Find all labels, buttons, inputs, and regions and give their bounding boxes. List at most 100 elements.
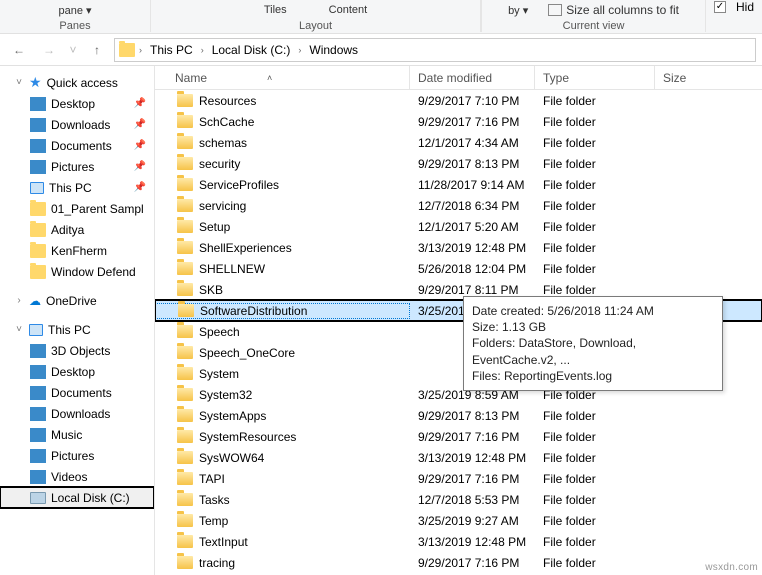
cell-name: SKB bbox=[155, 283, 410, 297]
sidebar-pictures2[interactable]: Pictures bbox=[0, 445, 154, 466]
column-header-size[interactable]: Size bbox=[655, 66, 762, 89]
file-name: Speech bbox=[199, 325, 240, 339]
cell-date: 9/29/2017 7:16 PM bbox=[410, 430, 535, 444]
cell-type: File folder bbox=[535, 115, 655, 129]
folder-icon bbox=[30, 244, 46, 258]
sidebar-onedrive[interactable]: ›☁OneDrive bbox=[0, 290, 154, 311]
up-button[interactable]: ↑ bbox=[84, 38, 110, 62]
table-row[interactable]: SchCache9/29/2017 7:16 PMFile folder bbox=[155, 111, 762, 132]
sidebar-documents2[interactable]: Documents bbox=[0, 382, 154, 403]
sidebar-thispc[interactable]: This PC📌 bbox=[0, 177, 154, 198]
expand-icon[interactable]: › bbox=[14, 295, 24, 306]
layout-tiles[interactable]: Tiles bbox=[258, 0, 293, 20]
column-header-date[interactable]: Date modified bbox=[410, 66, 535, 89]
crumb-thispc[interactable]: This PC bbox=[146, 43, 197, 57]
table-row[interactable]: SystemResources9/29/2017 7:16 PMFile fol… bbox=[155, 426, 762, 447]
file-name: SoftwareDistribution bbox=[200, 304, 307, 318]
sidebar-desktop[interactable]: Desktop📌 bbox=[0, 93, 154, 114]
file-name: Temp bbox=[199, 514, 228, 528]
music-icon bbox=[30, 428, 46, 442]
cell-date: 9/29/2017 8:11 PM bbox=[410, 283, 535, 297]
sidebar-label: Desktop bbox=[51, 365, 95, 379]
cell-type: File folder bbox=[535, 556, 655, 570]
folder-icon bbox=[177, 94, 193, 107]
table-row[interactable]: tracing9/29/2017 7:16 PMFile folder bbox=[155, 552, 762, 573]
forward-button[interactable]: → bbox=[36, 38, 62, 62]
folder-icon bbox=[119, 43, 135, 57]
table-row[interactable]: SystemApps9/29/2017 8:13 PMFile folder bbox=[155, 405, 762, 426]
sidebar-desktop2[interactable]: Desktop bbox=[0, 361, 154, 382]
table-row[interactable]: servicing12/7/2018 6:34 PMFile folder bbox=[155, 195, 762, 216]
sidebar-localdisk[interactable]: Local Disk (C:) bbox=[0, 487, 154, 508]
crumb-localdisk[interactable]: Local Disk (C:) bbox=[208, 43, 295, 57]
cell-date: 3/25/2019 9:27 AM bbox=[410, 514, 535, 528]
pictures-icon bbox=[30, 160, 46, 174]
cloud-icon: ☁ bbox=[29, 294, 41, 308]
ribbon-group-currentview: by ▾ Size all columns to fit Current vie… bbox=[481, 0, 706, 32]
cell-date: 11/28/2017 9:14 AM bbox=[410, 178, 535, 192]
expand-icon[interactable]: ˅ bbox=[14, 77, 24, 88]
sidebar-parent[interactable]: 01_Parent Sampl bbox=[0, 198, 154, 219]
sidebar-kenfherm[interactable]: KenFherm bbox=[0, 240, 154, 261]
folder-icon bbox=[177, 199, 193, 212]
folder-icon bbox=[177, 430, 193, 443]
layout-content[interactable]: Content bbox=[323, 0, 374, 20]
sidebar-label: Pictures bbox=[51, 160, 94, 174]
file-name: TextInput bbox=[199, 535, 248, 549]
table-row[interactable]: Resources9/29/2017 7:10 PMFile folder bbox=[155, 90, 762, 111]
pane-dropdown[interactable]: pane ▾ bbox=[52, 0, 97, 20]
recent-dropdown[interactable]: ˅ bbox=[66, 38, 80, 62]
cell-name: ShellExperiences bbox=[155, 241, 410, 255]
back-button[interactable]: ← bbox=[6, 38, 32, 62]
table-row[interactable]: SHELLNEW5/26/2018 12:04 PMFile folder bbox=[155, 258, 762, 279]
sidebar-windowdefend[interactable]: Window Defend bbox=[0, 261, 154, 282]
table-row[interactable]: TAPI9/29/2017 7:16 PMFile folder bbox=[155, 468, 762, 489]
column-header-name[interactable]: Name˄ bbox=[155, 66, 410, 89]
chevron-right-icon: › bbox=[201, 45, 204, 55]
sidebar-thispc-root[interactable]: ˅This PC bbox=[0, 319, 154, 340]
table-row[interactable]: SysWOW643/13/2019 12:48 PMFile folder bbox=[155, 447, 762, 468]
table-row[interactable]: ServiceProfiles11/28/2017 9:14 AMFile fo… bbox=[155, 174, 762, 195]
table-row[interactable]: schemas12/1/2017 4:34 AMFile folder bbox=[155, 132, 762, 153]
table-row[interactable]: Temp3/25/2019 9:27 AMFile folder bbox=[155, 510, 762, 531]
sidebar-music[interactable]: Music bbox=[0, 424, 154, 445]
cell-type: File folder bbox=[535, 157, 655, 171]
ribbon-group-label-layout: Layout bbox=[299, 20, 332, 32]
crumb-windows[interactable]: Windows bbox=[305, 43, 362, 57]
folder-icon bbox=[177, 220, 193, 233]
folder-icon bbox=[177, 451, 193, 464]
sort-by-dropdown[interactable]: by ▾ bbox=[502, 0, 534, 20]
sidebar-downloads[interactable]: Downloads📌 bbox=[0, 114, 154, 135]
sidebar-pictures[interactable]: Pictures📌 bbox=[0, 156, 154, 177]
sidebar-documents[interactable]: Documents📌 bbox=[0, 135, 154, 156]
chevron-right-icon: › bbox=[139, 45, 142, 55]
table-row[interactable]: TextInput3/13/2019 12:48 PMFile folder bbox=[155, 531, 762, 552]
table-row[interactable]: ShellExperiences3/13/2019 12:48 PMFile f… bbox=[155, 237, 762, 258]
file-name: schemas bbox=[199, 136, 247, 150]
sidebar-label: Quick access bbox=[47, 76, 118, 90]
chevron-right-icon: › bbox=[298, 45, 301, 55]
cell-type: File folder bbox=[535, 199, 655, 213]
table-row[interactable]: security9/29/2017 8:13 PMFile folder bbox=[155, 153, 762, 174]
sidebar-3dobjects[interactable]: 3D Objects bbox=[0, 340, 154, 361]
size-all-columns[interactable]: Size all columns to fit bbox=[542, 0, 685, 20]
file-name: Setup bbox=[199, 220, 230, 234]
sidebar-aditya[interactable]: Aditya bbox=[0, 219, 154, 240]
sidebar-quick-access[interactable]: ˅★Quick access bbox=[0, 72, 154, 93]
sidebar-downloads2[interactable]: Downloads bbox=[0, 403, 154, 424]
address-bar[interactable]: › This PC › Local Disk (C:) › Windows bbox=[114, 38, 756, 62]
table-row[interactable]: Setup12/1/2017 5:20 AMFile folder bbox=[155, 216, 762, 237]
pin-icon: 📌 bbox=[134, 140, 154, 151]
file-name: SystemApps bbox=[199, 409, 266, 423]
hidden-items-checkbox[interactable] bbox=[714, 1, 726, 13]
file-name: SKB bbox=[199, 283, 223, 297]
file-name: Speech_OneCore bbox=[199, 346, 295, 360]
sidebar-label: Downloads bbox=[51, 118, 110, 132]
expand-icon[interactable]: ˅ bbox=[14, 324, 24, 335]
cell-name: SoftwareDistribution bbox=[155, 303, 410, 319]
sidebar-videos[interactable]: Videos bbox=[0, 466, 154, 487]
table-row[interactable]: Tasks12/7/2018 5:53 PMFile folder bbox=[155, 489, 762, 510]
cell-date: 9/29/2017 8:13 PM bbox=[410, 157, 535, 171]
sidebar-label: Downloads bbox=[51, 407, 110, 421]
column-header-type[interactable]: Type bbox=[535, 66, 655, 89]
